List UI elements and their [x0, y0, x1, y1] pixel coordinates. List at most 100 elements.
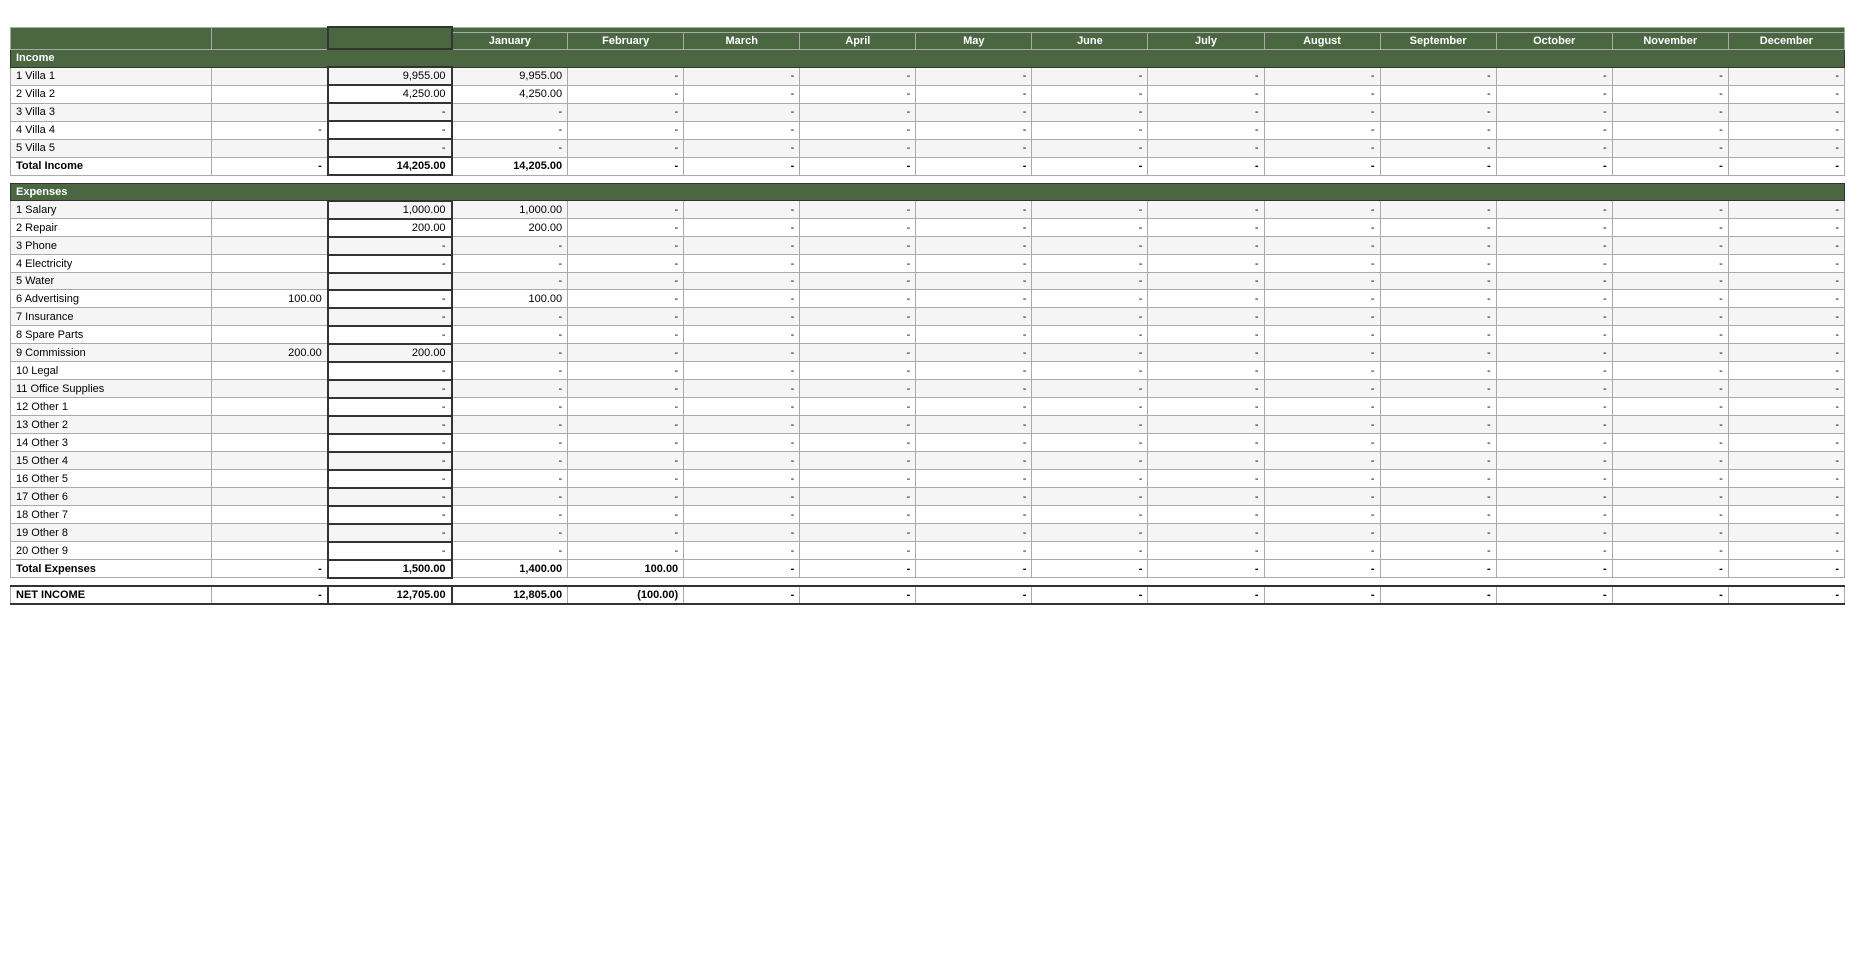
row-month-8: - — [1264, 103, 1380, 121]
row-budget: 200.00 — [212, 344, 328, 362]
row-month-5: - — [916, 416, 1032, 434]
table-row: 18 Other 7------------- — [11, 506, 1845, 524]
net-income-month-2: (100.00) — [568, 586, 684, 604]
row-month-2: - — [568, 542, 684, 560]
total-month-1: 14,205.00 — [452, 157, 568, 175]
row-label: 14 Other 3 — [11, 434, 212, 452]
row-month-3: - — [684, 219, 800, 237]
table-row: 8 Spare Parts------------- — [11, 326, 1845, 344]
row-month-7: - — [1148, 362, 1264, 380]
row-month-8: - — [1264, 67, 1380, 85]
total-month-7: - — [1148, 560, 1264, 578]
row-month-6: - — [1032, 308, 1148, 326]
total-month-3: - — [684, 560, 800, 578]
row-month-10: - — [1496, 362, 1612, 380]
col-header-april: April — [800, 32, 916, 49]
row-month-8: - — [1264, 434, 1380, 452]
row-month-5: - — [916, 452, 1032, 470]
fiscal-period-value — [18, 12, 26, 14]
row-month-12: - — [1728, 121, 1844, 139]
row-actual: 200.00 — [328, 344, 452, 362]
row-month-8: - — [1264, 470, 1380, 488]
row-month-8: - — [1264, 542, 1380, 560]
total-month-10: - — [1496, 560, 1612, 578]
row-label: 6 Advertising — [11, 290, 212, 308]
row-month-12: - — [1728, 67, 1844, 85]
total-month-5: - — [916, 560, 1032, 578]
row-label: 2 Villa 2 — [11, 85, 212, 103]
total-month-12: - — [1728, 560, 1844, 578]
row-month-10: - — [1496, 452, 1612, 470]
row-month-5: - — [916, 121, 1032, 139]
row-actual: - — [328, 308, 452, 326]
row-month-7: - — [1148, 398, 1264, 416]
row-month-10: - — [1496, 326, 1612, 344]
row-label: 17 Other 6 — [11, 488, 212, 506]
net-income-month-8: - — [1264, 586, 1380, 604]
row-month-5: - — [916, 506, 1032, 524]
row-budget — [212, 273, 328, 290]
row-month-12: - — [1728, 85, 1844, 103]
row-actual: - — [328, 380, 452, 398]
col-header-july: July — [1148, 32, 1264, 49]
table-row: 14 Other 3------------- — [11, 434, 1845, 452]
row-actual: - — [328, 398, 452, 416]
table-row: 10 Legal------------- — [11, 362, 1845, 380]
row-month-9: - — [1380, 255, 1496, 273]
row-month-4: - — [800, 524, 916, 542]
row-actual: - — [328, 121, 452, 139]
row-month-1: 9,955.00 — [452, 67, 568, 85]
row-month-7: - — [1148, 524, 1264, 542]
row-month-4: - — [800, 434, 916, 452]
row-actual: - — [328, 326, 452, 344]
row-month-6: - — [1032, 398, 1148, 416]
row-month-11: - — [1612, 380, 1728, 398]
row-month-12: - — [1728, 470, 1844, 488]
row-month-5: - — [916, 488, 1032, 506]
row-month-8: - — [1264, 488, 1380, 506]
row-month-12: - — [1728, 488, 1844, 506]
row-budget — [212, 380, 328, 398]
row-actual: 200.00 — [328, 219, 452, 237]
row-month-8: - — [1264, 219, 1380, 237]
row-month-7: - — [1148, 219, 1264, 237]
row-month-12: - — [1728, 273, 1844, 290]
row-month-3: - — [684, 470, 800, 488]
col-header-january: January — [452, 32, 568, 49]
row-month-12: - — [1728, 344, 1844, 362]
row-month-10: - — [1496, 85, 1612, 103]
col-header-october: October — [1496, 32, 1612, 49]
row-month-8: - — [1264, 452, 1380, 470]
row-actual: - — [328, 488, 452, 506]
row-month-6: - — [1032, 434, 1148, 452]
row-label: 9 Commission — [11, 344, 212, 362]
row-month-4: - — [800, 452, 916, 470]
row-month-6: - — [1032, 416, 1148, 434]
row-month-3: - — [684, 67, 800, 85]
row-month-5: - — [916, 67, 1032, 85]
row-month-11: - — [1612, 452, 1728, 470]
row-month-4: - — [800, 488, 916, 506]
row-month-7: - — [1148, 290, 1264, 308]
row-month-2: - — [568, 67, 684, 85]
row-month-11: - — [1612, 524, 1728, 542]
row-budget — [212, 139, 328, 157]
row-actual: - — [328, 103, 452, 121]
row-month-9: - — [1380, 237, 1496, 255]
row-month-11: - — [1612, 103, 1728, 121]
row-actual: - — [328, 416, 452, 434]
row-month-3: - — [684, 255, 800, 273]
row-actual: - — [328, 452, 452, 470]
row-month-6: - — [1032, 470, 1148, 488]
table-row: 2 Villa 24,250.004,250.00----------- — [11, 85, 1845, 103]
total-month-2: 100.00 — [568, 560, 684, 578]
row-label: 11 Office Supplies — [11, 380, 212, 398]
total-month-4: - — [800, 157, 916, 175]
company-info — [10, 10, 1845, 14]
row-month-8: - — [1264, 255, 1380, 273]
row-month-2: - — [568, 326, 684, 344]
row-month-7: - — [1148, 542, 1264, 560]
row-label: 5 Water — [11, 273, 212, 290]
row-month-2: - — [568, 290, 684, 308]
row-month-11: - — [1612, 326, 1728, 344]
